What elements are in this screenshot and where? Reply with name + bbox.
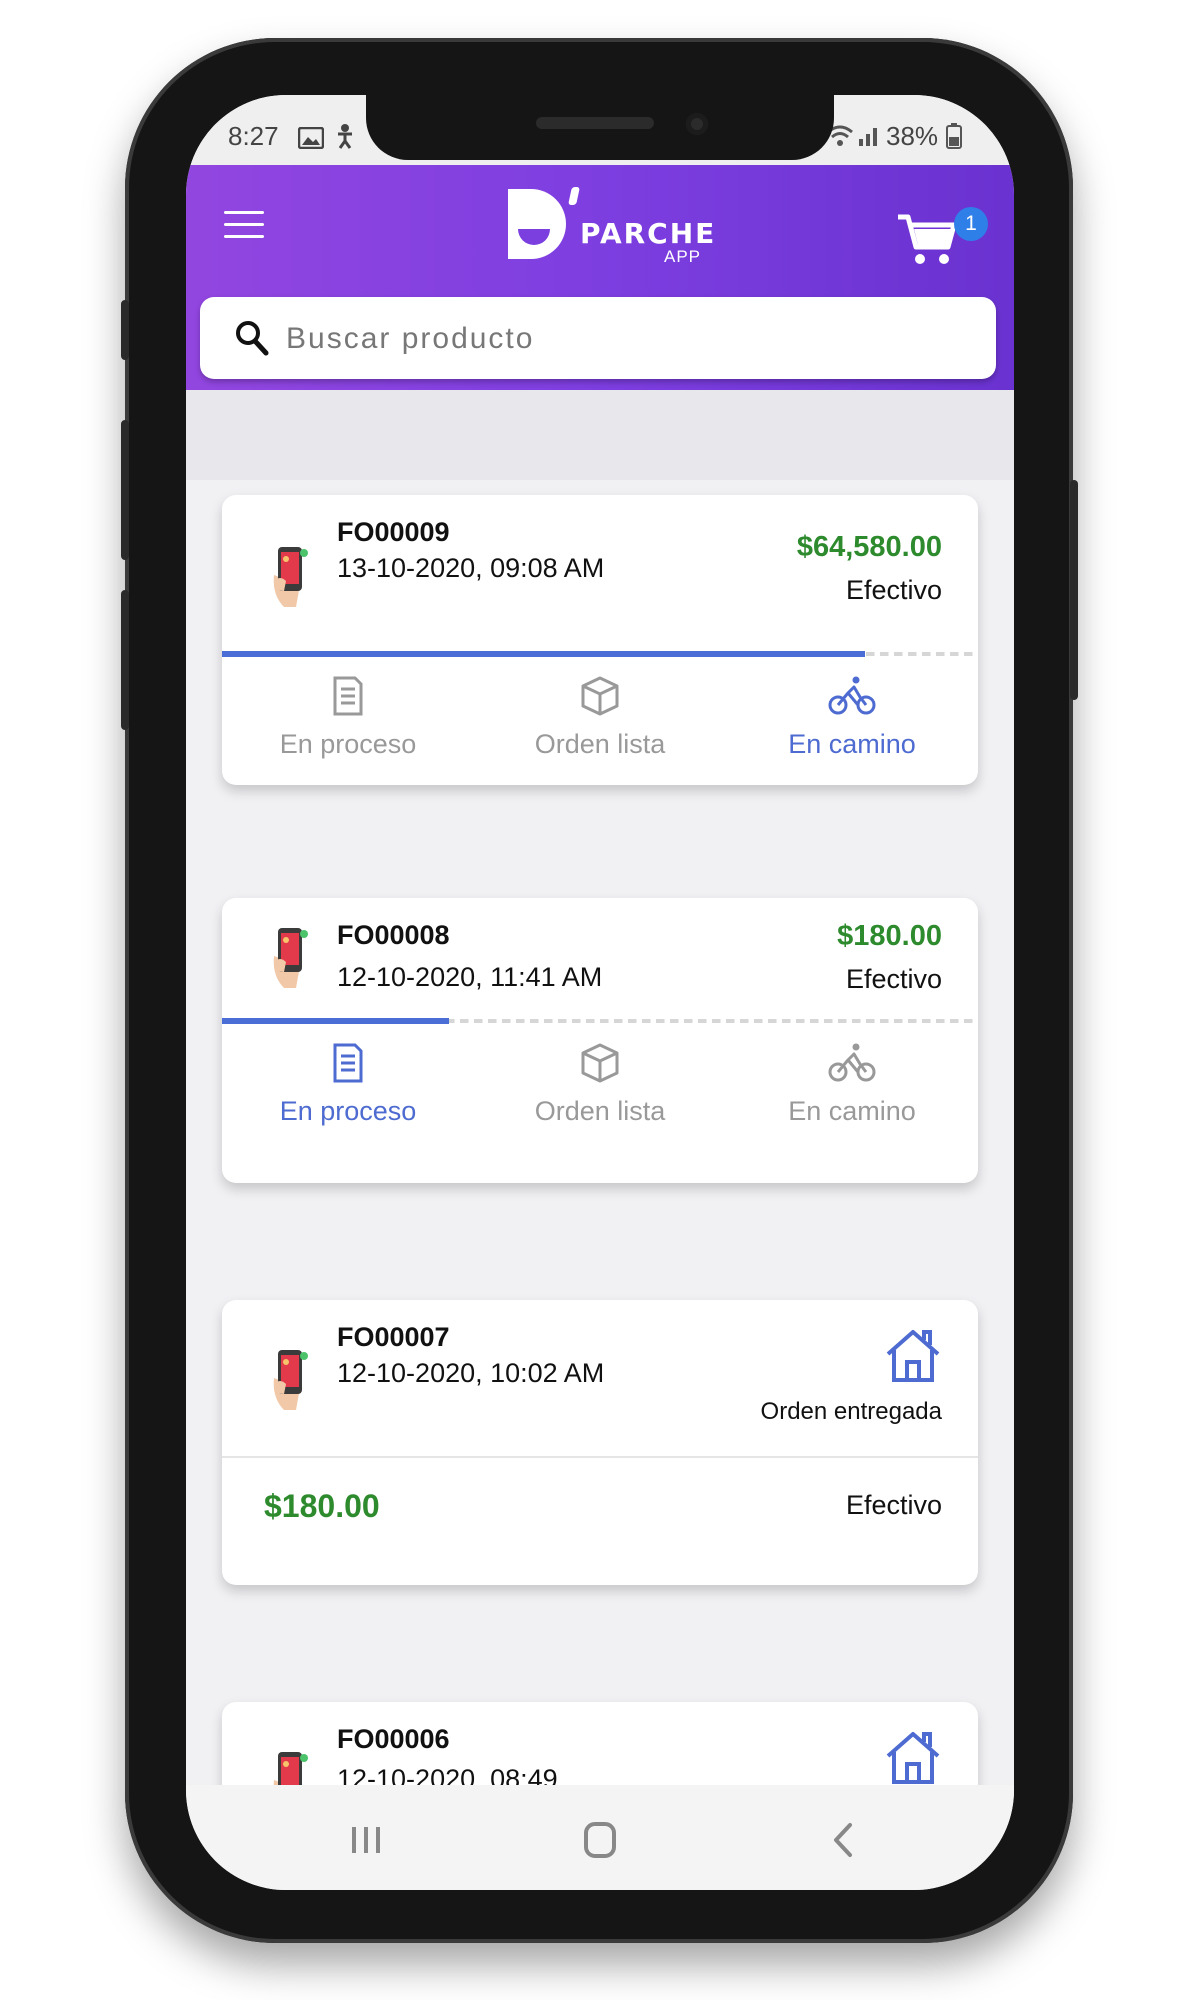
status-time: 8:27 xyxy=(228,121,279,151)
phone-side-button-right xyxy=(1070,480,1078,700)
search-input[interactable] xyxy=(284,315,968,363)
order-progress xyxy=(222,651,978,657)
order-date: 13-10-2020, 09:08 AM xyxy=(337,553,605,583)
order-id: FO00006 xyxy=(337,1724,450,1754)
recent-apps-button[interactable] xyxy=(336,1815,396,1865)
document-icon xyxy=(333,1043,363,1083)
step-en-proceso[interactable]: En proceso xyxy=(222,661,474,771)
phone-in-hand-icon xyxy=(273,547,308,607)
app-logo: PARCHE APP xyxy=(508,187,714,269)
phone-side-button-left-1 xyxy=(121,300,129,360)
system-nav-bar xyxy=(186,1785,1014,1890)
image-notification-icon xyxy=(297,125,325,156)
order-progress xyxy=(222,1018,978,1024)
box-icon xyxy=(581,1043,619,1083)
orders-list: FO00009 13-10-2020, 09:08 AM $64,580.00 … xyxy=(186,390,1014,1790)
box-icon xyxy=(581,676,619,716)
hamburger-menu-icon[interactable] xyxy=(224,211,264,241)
order-progress-fill xyxy=(222,651,865,657)
order-steps: En proceso Orden lista En camino xyxy=(222,661,978,771)
order-id: FO00008 xyxy=(337,920,450,950)
front-camera xyxy=(686,113,708,135)
bicycle-icon xyxy=(828,676,876,715)
order-id: FO00009 xyxy=(337,517,450,547)
payment-method: Efectivo xyxy=(845,575,942,605)
step-label: En camino xyxy=(788,1096,916,1126)
back-chevron-icon xyxy=(834,1823,852,1857)
search-icon xyxy=(236,321,269,356)
card-divider xyxy=(222,1456,978,1458)
order-steps: En proceso Orden lista En camino xyxy=(222,1028,978,1138)
logo-text: PARCHE xyxy=(580,217,717,250)
payment-method: Efectivo xyxy=(845,1490,942,1520)
home-button[interactable] xyxy=(570,1815,630,1865)
house-icon xyxy=(886,1330,940,1382)
step-en-camino[interactable]: En camino xyxy=(726,1028,978,1138)
battery-icon xyxy=(946,123,962,156)
notch xyxy=(366,95,834,160)
phone-side-button-left-3 xyxy=(121,590,129,730)
shopping-cart-icon xyxy=(898,214,957,264)
logo-subtext: APP xyxy=(664,247,702,266)
signal-icon xyxy=(858,123,882,154)
cart-button[interactable]: 1 xyxy=(896,197,988,267)
order-id: FO00007 xyxy=(337,1322,450,1352)
order-card[interactable]: FO00006 12-10-2020, 08:49 xyxy=(222,1702,978,1790)
house-icon xyxy=(886,1732,940,1784)
payment-method: Efectivo xyxy=(845,964,942,994)
order-status: Orden entregada xyxy=(760,1398,942,1425)
order-progress-fill xyxy=(222,1018,449,1024)
step-label: Orden lista xyxy=(534,729,666,759)
step-orden-lista[interactable]: Orden lista xyxy=(474,1028,726,1138)
phone-in-hand-icon xyxy=(273,1350,308,1410)
phone-in-hand-icon xyxy=(273,928,308,988)
order-card[interactable]: FO00009 13-10-2020, 09:08 AM $64,580.00 … xyxy=(222,495,978,785)
order-price: $180.00 xyxy=(264,1488,380,1524)
step-en-camino[interactable]: En camino xyxy=(726,661,978,771)
accessibility-notification-icon xyxy=(334,123,356,156)
phone-screen: 8:27 38% PARCHE APP 1 Buscar producto FO… xyxy=(186,95,1014,1890)
back-button[interactable] xyxy=(814,1815,874,1865)
search-bar[interactable] xyxy=(200,297,996,379)
recent-apps-icon xyxy=(352,1827,380,1853)
step-label: En proceso xyxy=(279,1096,417,1126)
bicycle-icon xyxy=(828,1043,876,1082)
order-date: 12-10-2020, 10:02 AM xyxy=(337,1358,605,1388)
order-card[interactable]: FO00008 12-10-2020, 11:41 AM $180.00 Efe… xyxy=(222,898,978,1183)
order-price: $64,580.00 xyxy=(796,531,942,563)
step-label: En proceso xyxy=(279,729,417,759)
phone-in-hand-icon xyxy=(273,1752,308,1790)
order-date: 12-10-2020, 11:41 AM xyxy=(337,962,603,992)
document-icon xyxy=(333,676,363,716)
step-label: Orden lista xyxy=(534,1096,666,1126)
list-top-band xyxy=(186,390,1014,480)
cart-count-badge: 1 xyxy=(954,207,988,241)
battery-percent: 38% xyxy=(886,121,939,151)
app-header: PARCHE APP 1 xyxy=(186,165,1014,390)
phone-side-button-left-2 xyxy=(121,420,129,560)
order-price: $180.00 xyxy=(837,920,942,952)
order-card[interactable]: FO00007 12-10-2020, 10:02 AM Orden entre… xyxy=(222,1300,978,1585)
speaker xyxy=(536,117,654,129)
step-label: En camino xyxy=(788,729,916,759)
home-square-icon xyxy=(584,1822,616,1858)
logo-apostrophe xyxy=(568,187,580,205)
step-en-proceso[interactable]: En proceso xyxy=(222,1028,474,1138)
step-orden-lista[interactable]: Orden lista xyxy=(474,661,726,771)
logo-d-shape xyxy=(508,189,566,259)
